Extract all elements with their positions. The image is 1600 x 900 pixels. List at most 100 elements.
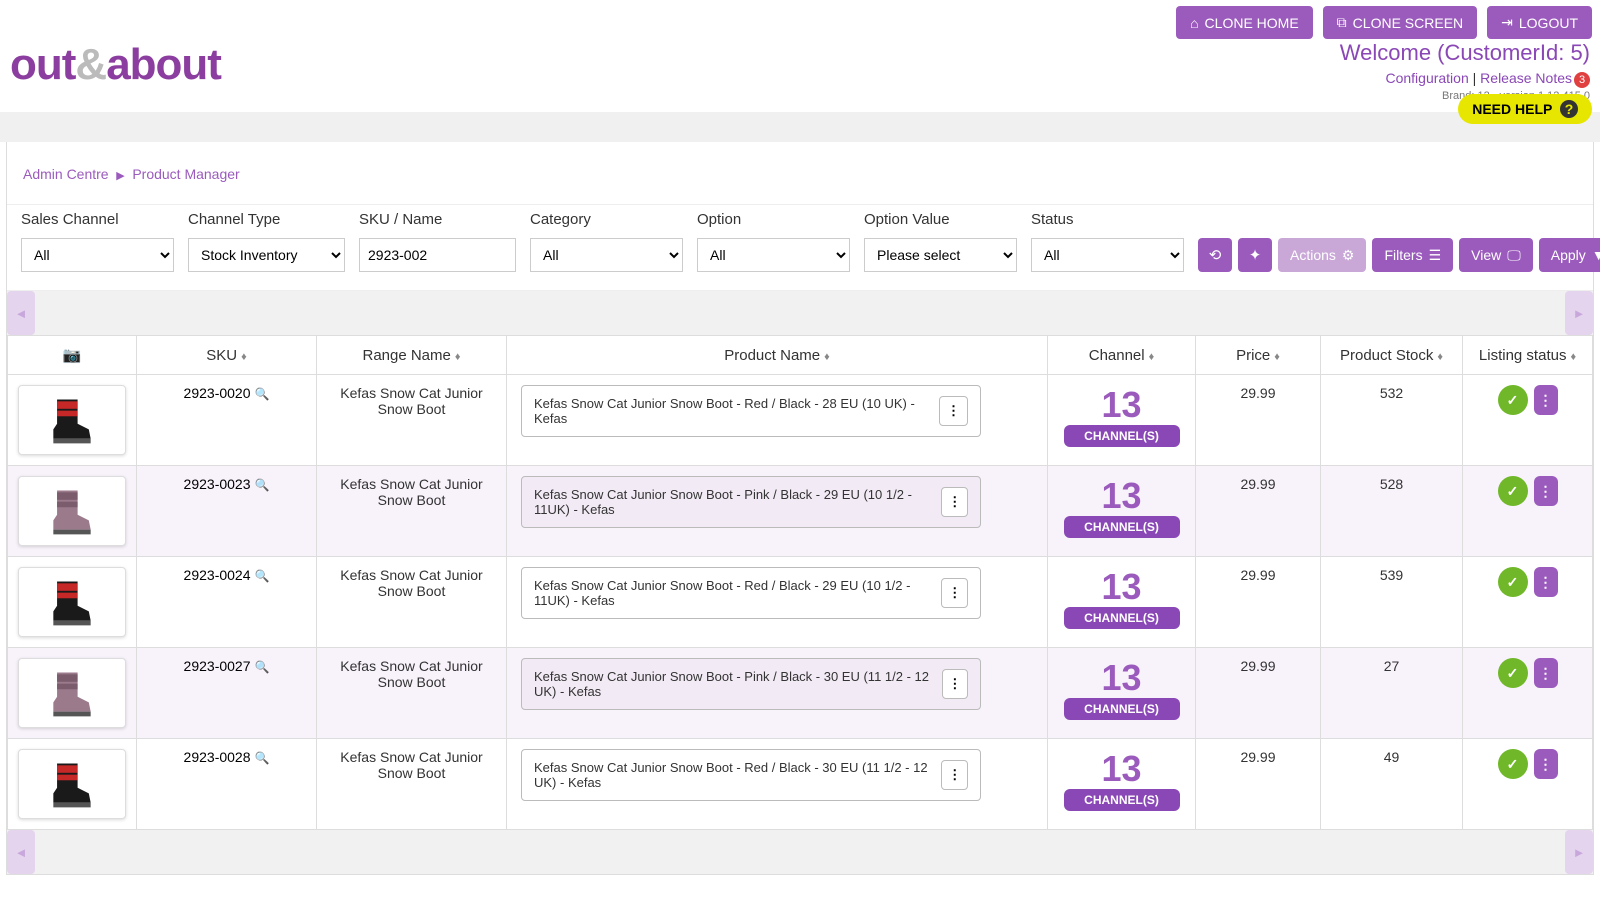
row-menu-button[interactable]: ⋮	[941, 578, 968, 608]
clone-home-button[interactable]: ⌂CLONE HOME	[1176, 6, 1313, 39]
header-product[interactable]: Product Name♦	[507, 336, 1048, 375]
header-channel[interactable]: Channel♦	[1048, 336, 1196, 375]
chevron-right-icon: ▶	[116, 170, 124, 182]
logo: out&about	[10, 40, 221, 90]
view-label: View	[1471, 247, 1501, 263]
channel-count[interactable]: 13CHANNEL(S)	[1064, 476, 1180, 538]
page-next-button[interactable]: ►	[1565, 291, 1593, 335]
product-name-box: Kefas Snow Cat Junior Snow Boot - Red / …	[521, 385, 981, 437]
product-thumbnail[interactable]	[18, 658, 126, 728]
status-menu-button[interactable]: ⋮	[1534, 567, 1558, 597]
status-menu-button[interactable]: ⋮	[1534, 658, 1558, 688]
breadcrumb-root[interactable]: Admin Centre	[23, 166, 109, 182]
channel-label: CHANNEL(S)	[1064, 516, 1180, 538]
sku-name-input[interactable]	[359, 238, 516, 272]
help-icon: ?	[1560, 100, 1578, 118]
boot-icon	[44, 756, 100, 812]
channel-count[interactable]: 13CHANNEL(S)	[1064, 658, 1180, 720]
option-select[interactable]: All	[697, 238, 850, 272]
monitor-icon: 🖵	[1507, 247, 1521, 264]
magnify-icon[interactable]: 🔍	[255, 569, 270, 583]
header-sku[interactable]: SKU♦	[137, 336, 317, 375]
boot-icon	[44, 574, 100, 630]
header-price[interactable]: Price♦	[1196, 336, 1321, 375]
copy-icon: ⧉	[1337, 14, 1347, 31]
option-value-select[interactable]: Please select	[864, 238, 1017, 272]
row-menu-button[interactable]: ⋮	[942, 669, 969, 699]
status-menu-button[interactable]: ⋮	[1534, 385, 1558, 415]
view-button[interactable]: View 🖵	[1459, 238, 1533, 272]
header-range[interactable]: Range Name♦	[317, 336, 507, 375]
magnify-icon[interactable]: 🔍	[255, 478, 270, 492]
page-prev-button-bottom[interactable]: ◄	[7, 830, 35, 874]
table-row: 2923-0024 🔍 Kefas Snow Cat Junior Snow Bo…	[8, 557, 1593, 648]
table-row: 2923-0027🔍 Kefas Snow Cat Junior Snow Bo…	[8, 648, 1593, 739]
expand-icon: ✦	[1249, 246, 1262, 264]
release-notes-link[interactable]: Release Notes	[1480, 70, 1572, 86]
clone-screen-label: CLONE SCREEN	[1353, 15, 1463, 31]
stock: 539	[1321, 557, 1463, 648]
sku-text: 2923-0023	[184, 476, 251, 492]
product-thumbnail[interactable]	[18, 567, 126, 637]
status-menu-button[interactable]: ⋮	[1534, 749, 1558, 779]
product-thumbnail[interactable]	[18, 385, 126, 455]
expand-button[interactable]: ✦	[1238, 238, 1272, 272]
header-status[interactable]: Listing status♦	[1463, 336, 1593, 375]
status-label: Status	[1031, 211, 1184, 228]
category-select[interactable]: All	[530, 238, 683, 272]
sales-channel-select[interactable]: All	[21, 238, 174, 272]
home-icon: ⌂	[1190, 15, 1198, 31]
need-help-button[interactable]: NEED HELP ?	[1458, 94, 1592, 124]
channel-count[interactable]: 13CHANNEL(S)	[1064, 567, 1180, 629]
stock: 532	[1321, 375, 1463, 466]
channel-label: CHANNEL(S)	[1064, 607, 1180, 629]
sort-icon: ♦	[1570, 351, 1576, 363]
product-name-box: Kefas Snow Cat Junior Snow Boot - Red / …	[521, 749, 981, 801]
actions-label: Actions	[1290, 247, 1336, 263]
product-thumbnail[interactable]	[18, 749, 126, 819]
page-next-button-bottom[interactable]: ►	[1565, 830, 1593, 874]
sku-text: 2923-0020	[184, 385, 251, 401]
chevron-right-icon: ►	[1573, 845, 1586, 860]
magnify-icon[interactable]: 🔍	[255, 387, 270, 401]
status-select[interactable]: All	[1031, 238, 1184, 272]
channel-number: 13	[1101, 567, 1141, 607]
apply-button[interactable]: Apply▼	[1539, 238, 1600, 272]
magnify-icon[interactable]: 🔍	[255, 751, 270, 765]
channel-label: CHANNEL(S)	[1064, 425, 1180, 447]
row-menu-button[interactable]: ⋮	[941, 487, 968, 517]
sort-icon: ♦	[1274, 351, 1280, 363]
actions-button[interactable]: Actions⚙	[1278, 238, 1366, 272]
breadcrumb-current[interactable]: Product Manager	[132, 166, 239, 182]
product-name: Kefas Snow Cat Junior Snow Boot - Red / …	[534, 760, 941, 790]
filter-icon: ▼	[1592, 247, 1600, 263]
header-stock[interactable]: Product Stock♦	[1321, 336, 1463, 375]
product-name-box: Kefas Snow Cat Junior Snow Boot - Red / …	[521, 567, 981, 619]
list-icon: ☰	[1429, 247, 1442, 264]
configuration-link[interactable]: Configuration	[1385, 70, 1468, 86]
channel-count[interactable]: 13CHANNEL(S)	[1064, 385, 1180, 447]
product-name: Kefas Snow Cat Junior Snow Boot - Pink /…	[534, 487, 941, 517]
chevron-left-icon: ◄	[15, 845, 28, 860]
row-menu-button[interactable]: ⋮	[941, 760, 968, 790]
channel-count[interactable]: 13CHANNEL(S)	[1064, 749, 1180, 811]
chevron-right-icon: ►	[1573, 306, 1586, 321]
page-prev-button[interactable]: ◄	[7, 291, 35, 335]
sort-icon: ♦	[1149, 351, 1155, 363]
clone-screen-button[interactable]: ⧉ CLONE SCREEN	[1323, 6, 1477, 39]
filters-button[interactable]: Filters☰	[1372, 238, 1453, 272]
row-menu-button[interactable]: ⋮	[939, 396, 968, 426]
status-menu-button[interactable]: ⋮	[1534, 476, 1558, 506]
logout-button[interactable]: ⇥LOGOUT	[1487, 6, 1592, 39]
product-name: Kefas Snow Cat Junior Snow Boot - Pink /…	[534, 669, 942, 699]
boot-icon	[44, 392, 100, 448]
price: 29.99	[1196, 466, 1321, 557]
table-row: 2923-0028🔍 Kefas Snow Cat Junior Snow Bo…	[8, 739, 1593, 830]
channel-type-select[interactable]: Stock Inventory	[188, 238, 345, 272]
table-row: 2923-0023 🔍 Kefas Snow Cat Junior Snow Bo…	[8, 466, 1593, 557]
status-ok-icon: ✓	[1498, 749, 1528, 779]
sku-text: 2923-0024	[184, 567, 251, 583]
product-thumbnail[interactable]	[18, 476, 126, 546]
magnify-icon[interactable]: 🔍	[255, 660, 270, 674]
refresh-button[interactable]: ⟲	[1198, 238, 1232, 272]
